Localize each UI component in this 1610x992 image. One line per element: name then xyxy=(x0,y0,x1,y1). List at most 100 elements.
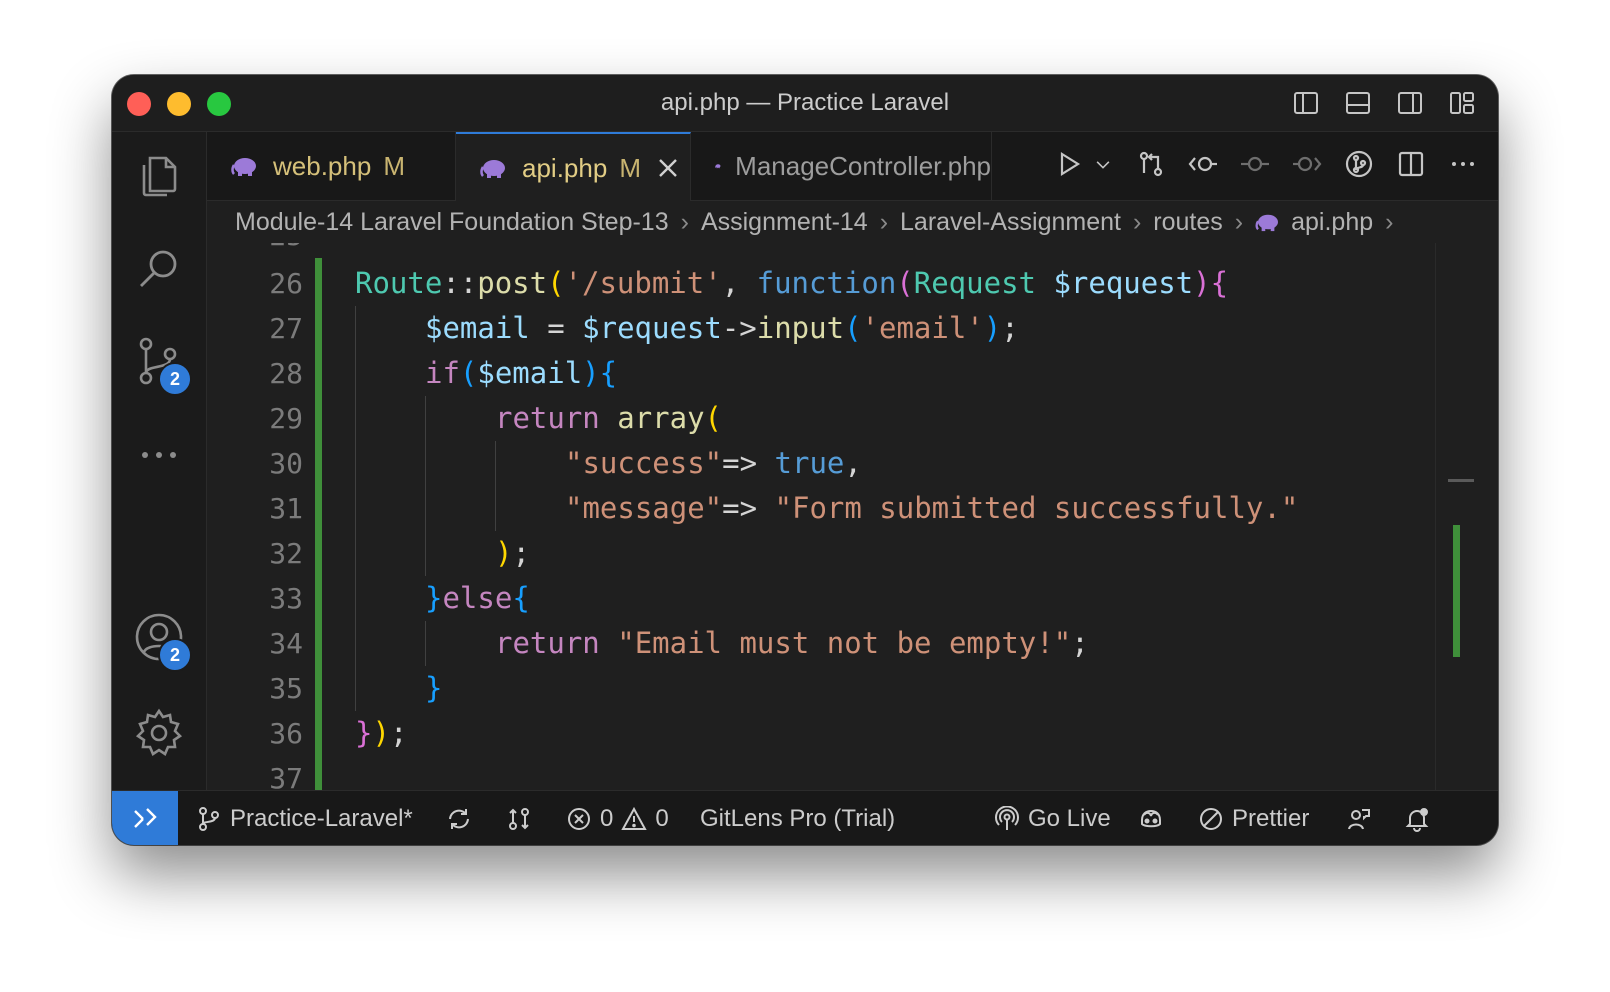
notifications-button[interactable] xyxy=(1404,791,1430,845)
title-bar: api.php — Practice Laravel xyxy=(112,75,1498,132)
explorer-icon[interactable] xyxy=(132,148,186,202)
prettier-status[interactable]: Prettier xyxy=(1198,791,1309,845)
code-editor[interactable]: 25 26 27 28 29 30 31 32 33 34 35 36 37 R… xyxy=(207,243,1435,790)
run-icon[interactable] xyxy=(1054,149,1084,179)
php-elephant-icon xyxy=(1255,214,1279,232)
line-number: 26 xyxy=(269,267,303,300)
settings-gear-icon[interactable] xyxy=(132,706,186,760)
status-bar: Practice-Laravel* 0 0 GitLens Pro (Trial… xyxy=(112,790,1498,845)
chevron-down-icon[interactable] xyxy=(1092,149,1114,179)
line-number: 29 xyxy=(269,402,303,435)
customize-layout-icon[interactable] xyxy=(1448,89,1476,117)
close-icon[interactable] xyxy=(657,157,679,179)
branch-name: Practice-Laravel* xyxy=(230,804,413,832)
broadcast-icon xyxy=(995,805,1019,830)
bell-icon xyxy=(1405,807,1429,832)
breadcrumb-item[interactable]: routes xyxy=(1153,208,1222,237)
branch-status[interactable]: Practice-Laravel* xyxy=(196,791,413,845)
remote-icon xyxy=(134,808,157,828)
source-control-icon[interactable]: 2 xyxy=(132,334,192,396)
line-number: 30 xyxy=(269,447,303,480)
git-compare-icon xyxy=(509,807,529,830)
vscode-window: api.php — Practice Laravel 2 2 web.php M… xyxy=(112,75,1498,845)
person-feedback-icon xyxy=(1348,808,1370,829)
line-number: 25 xyxy=(207,243,303,251)
remote-indicator[interactable] xyxy=(112,791,178,845)
chevron-right-icon: › xyxy=(1385,207,1394,236)
activity-bar: 2 2 xyxy=(112,132,207,790)
editor-actions xyxy=(1054,149,1478,179)
line-number: 36 xyxy=(269,717,303,750)
breadcrumb-item[interactable]: Assignment-14 xyxy=(701,208,868,237)
toggle-panel-icon[interactable] xyxy=(1344,89,1372,117)
accounts-badge: 2 xyxy=(158,638,192,672)
line-number: 32 xyxy=(269,537,303,570)
line-number: 35 xyxy=(269,672,303,705)
line-number: 33 xyxy=(269,582,303,615)
php-elephant-icon xyxy=(715,164,721,169)
prohibited-icon xyxy=(1200,807,1222,830)
go-live-button[interactable]: Go Live xyxy=(994,791,1111,845)
editor-tab-bar: web.php M api.php M ManageController.php xyxy=(207,132,1498,202)
error-icon xyxy=(568,807,590,830)
php-elephant-icon xyxy=(480,160,505,178)
code-line: "message"=> "Form submitted successfully… xyxy=(565,491,1299,525)
compare-button[interactable] xyxy=(506,791,532,845)
vertical-scrollbar[interactable] xyxy=(1435,243,1498,790)
warning-count: 0 xyxy=(655,804,669,832)
breadcrumb-item[interactable]: Module-14 Laravel Foundation Step-13 xyxy=(235,208,669,237)
line-number: 28 xyxy=(269,357,303,390)
feedback-button[interactable] xyxy=(1346,791,1372,845)
tab-web-php[interactable]: web.php M xyxy=(207,132,456,200)
tab-label: web.php xyxy=(273,150,372,181)
warning-icon xyxy=(621,806,648,830)
copilot-icon xyxy=(1141,809,1161,827)
toggle-secondary-sidebar-icon[interactable] xyxy=(1396,89,1424,117)
line-number: 31 xyxy=(269,492,303,525)
window-title: api.php — Practice Laravel xyxy=(660,89,950,116)
split-editor-icon[interactable] xyxy=(1396,149,1426,179)
tab-label: api.php xyxy=(522,152,608,183)
layout-controls xyxy=(1292,89,1476,117)
code-line: } xyxy=(425,671,443,705)
tab-managecontroller-php[interactable]: ManageController.php xyxy=(691,132,992,200)
toggle-primary-sidebar-icon[interactable] xyxy=(1292,89,1320,117)
open-changes-icon[interactable] xyxy=(1136,149,1166,179)
gitlens-icon[interactable] xyxy=(1344,149,1374,179)
code-line: Route::post('/submit', function(Request … xyxy=(355,266,1229,300)
commit-icon[interactable] xyxy=(1240,149,1270,179)
more-views-icon[interactable] xyxy=(132,428,186,482)
code-line: ); xyxy=(495,536,530,570)
error-count: 0 xyxy=(600,804,614,832)
code-line: "success"=> true, xyxy=(565,446,862,480)
line-number: 27 xyxy=(269,312,303,345)
code-line: return "Email must not be empty!"; xyxy=(495,626,1089,660)
indent-guide xyxy=(425,621,426,666)
chevron-right-icon: › xyxy=(680,207,689,236)
indent-guide xyxy=(425,396,426,576)
breadcrumb-item[interactable]: Laravel-Assignment xyxy=(900,208,1121,237)
next-change-icon[interactable] xyxy=(1292,149,1322,179)
indent-guide xyxy=(355,306,356,711)
code-line: if($email){ xyxy=(425,356,618,390)
problems-status[interactable]: 0 0 xyxy=(566,791,669,845)
previous-change-icon[interactable] xyxy=(1188,149,1218,179)
chevron-right-icon: › xyxy=(879,207,889,236)
accounts-icon[interactable]: 2 xyxy=(132,610,192,672)
tab-label: ManageController.php xyxy=(735,150,991,181)
line-number: 34 xyxy=(269,627,303,660)
code-line: }); xyxy=(355,716,408,750)
sync-button[interactable] xyxy=(446,791,472,845)
php-elephant-icon xyxy=(231,158,256,176)
search-icon[interactable] xyxy=(132,242,186,296)
code-line: $email = $request->input('email'); xyxy=(425,311,1019,345)
git-branch-icon xyxy=(199,806,219,831)
line-number: 37 xyxy=(269,762,303,790)
copilot-button[interactable] xyxy=(1138,791,1164,845)
tab-api-php[interactable]: api.php M xyxy=(456,132,691,202)
more-actions-icon[interactable] xyxy=(1448,149,1478,179)
indent-guide xyxy=(495,441,496,531)
gitlens-status[interactable]: GitLens Pro (Trial) xyxy=(700,791,895,845)
modified-indicator: M xyxy=(383,150,405,181)
breadcrumb-item[interactable]: api.php xyxy=(1291,208,1373,237)
